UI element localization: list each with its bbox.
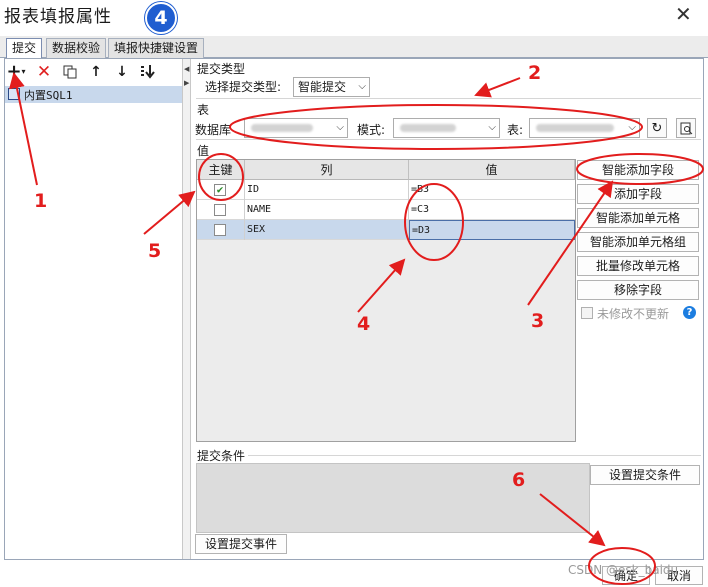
schema-label: 模式: <box>357 123 386 137</box>
smart-add-cell-button[interactable]: 智能添加单元格 <box>577 208 699 228</box>
copy-icon[interactable] <box>62 64 78 80</box>
database-select[interactable]: ⌵ <box>244 118 348 138</box>
chevron-down-icon: ⌵ <box>628 122 636 133</box>
annotation-badge-4: 4 <box>145 2 177 34</box>
table-label: 表: <box>507 123 524 137</box>
row-column-cell[interactable]: SEX <box>245 220 409 240</box>
primary-key-checkbox[interactable] <box>214 204 226 216</box>
values-section-label: 值 <box>197 144 210 158</box>
tab-submit[interactable]: 提交 <box>6 38 43 59</box>
database-label: 数据库 <box>195 123 232 137</box>
submit-type-select[interactable]: 智能提交 ⌵ <box>293 77 370 97</box>
tab-shortcut-settings[interactable]: 填报快捷键设置 <box>108 38 205 58</box>
table-section-label: 表 <box>197 103 210 117</box>
annotation-number-6: 6 <box>512 469 526 491</box>
help-icon[interactable]: ? <box>683 306 696 319</box>
submit-type-label: 选择提交类型: <box>205 80 282 94</box>
watermark: CSDN @esk_baidu <box>568 563 679 577</box>
unchanged-no-update-label: 未修改不更新 <box>597 307 670 321</box>
submit-type-value: 智能提交 <box>298 80 347 94</box>
blurred-value <box>251 124 313 132</box>
blurred-value <box>536 124 614 132</box>
primary-key-checkbox[interactable]: ✔ <box>214 184 226 196</box>
annotation-number-1: 1 <box>34 190 48 212</box>
refresh-button[interactable]: ↻ <box>647 118 667 138</box>
table-row[interactable]: SEX =D3 <box>197 220 575 240</box>
left-toolbar: + ▾ ✕ ↑ ↓ <box>6 62 156 82</box>
schema-select[interactable]: ⌵ <box>393 118 500 138</box>
refresh-icon: ↻ <box>651 120 663 136</box>
table-row[interactable]: NAME =C3 <box>197 200 575 220</box>
preview-icon <box>680 122 692 134</box>
annotation-number-5: 5 <box>148 240 162 262</box>
add-field-button[interactable]: 添加字段 <box>577 184 699 204</box>
tab-data-validation[interactable]: 数据校验 <box>46 38 107 58</box>
close-icon[interactable]: ✕ <box>675 2 692 26</box>
table-select[interactable]: ⌵ <box>529 118 640 138</box>
conditions-area[interactable] <box>196 463 590 533</box>
chevron-down-icon: ⌵ <box>336 122 344 133</box>
conditions-section-label: 提交条件 <box>197 449 246 463</box>
move-up-icon[interactable]: ↑ <box>88 64 104 80</box>
pane-splitter[interactable]: ◀ ▶ <box>183 59 191 559</box>
table-row[interactable]: ✔ ID =B3 <box>197 180 575 200</box>
submit-type-section-label: 提交类型 <box>197 62 246 76</box>
divider <box>196 98 701 99</box>
tab-bar <box>0 36 708 58</box>
column-header-value[interactable]: 值 <box>409 160 575 180</box>
window-title: 报表填报属性 <box>4 7 112 27</box>
blurred-value <box>400 124 456 132</box>
row-value-cell[interactable]: =C3 <box>409 200 575 220</box>
column-header-column[interactable]: 列 <box>245 160 409 180</box>
row-column-cell[interactable]: ID <box>245 180 409 200</box>
column-header-key[interactable]: 主键 <box>197 160 245 180</box>
smart-add-field-button[interactable]: 智能添加字段 <box>577 160 699 180</box>
chevron-down-icon: ⌵ <box>358 81 366 92</box>
row-value-cell[interactable]: =D3 <box>409 220 575 240</box>
remove-field-button[interactable]: 移除字段 <box>577 280 699 300</box>
left-pane <box>5 59 183 559</box>
sql-dataset-icon <box>8 88 20 100</box>
batch-modify-cells-button[interactable]: 批量修改单元格 <box>577 256 699 276</box>
add-icon[interactable]: + ▾ <box>6 63 26 81</box>
divider <box>196 139 701 140</box>
chevron-down-icon: ⌵ <box>488 122 496 133</box>
set-submit-event-button[interactable]: 设置提交事件 <box>195 534 287 554</box>
delete-icon[interactable]: ✕ <box>36 64 52 81</box>
divider <box>248 455 701 456</box>
preview-table-button[interactable] <box>676 118 696 138</box>
set-submit-condition-button[interactable]: 设置提交条件 <box>590 465 700 485</box>
row-column-cell[interactable]: NAME <box>245 200 409 220</box>
annotation-number-4: 4 <box>357 313 371 335</box>
move-down-icon[interactable]: ↓ <box>114 64 130 80</box>
annotation-number-3: 3 <box>531 310 545 332</box>
move-bottom-icon[interactable] <box>140 64 156 80</box>
primary-key-checkbox[interactable] <box>214 224 226 236</box>
annotation-number-2: 2 <box>528 62 542 84</box>
smart-add-cell-group-button[interactable]: 智能添加单元格组 <box>577 232 699 252</box>
row-value-cell[interactable]: =B3 <box>409 180 575 200</box>
tree-item-sql1[interactable]: 内置SQL1 <box>24 87 73 103</box>
unchanged-no-update-checkbox[interactable] <box>581 307 593 319</box>
